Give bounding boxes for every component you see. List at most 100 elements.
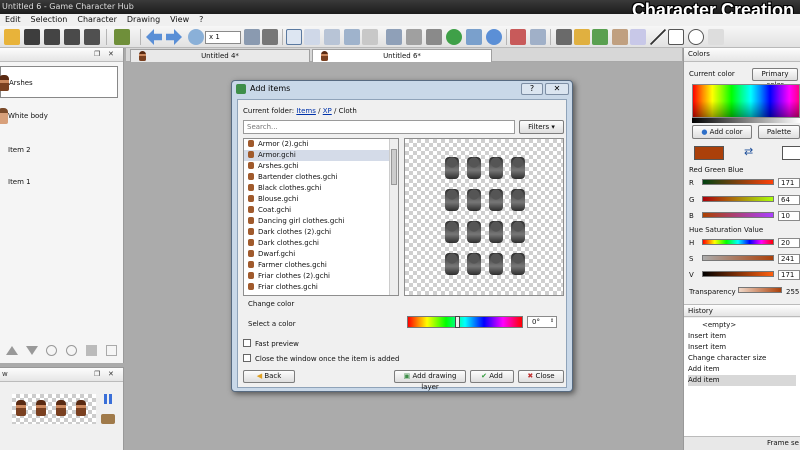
file-list-item[interactable]: Dancing girl clothes.gchi — [244, 216, 398, 227]
saturation-slider[interactable] — [702, 255, 774, 261]
properties-icon[interactable] — [106, 345, 117, 356]
red-value[interactable]: 171 — [778, 178, 800, 188]
file-list-item[interactable]: Friar clothes.gchi — [244, 282, 398, 293]
history-item[interactable]: Insert item — [688, 331, 796, 342]
file-list-item[interactable]: Farmer clothes.gchi — [244, 260, 398, 271]
file-list-item[interactable]: Friar clothes (2).gchi — [244, 271, 398, 282]
tab-untitled-6[interactable]: Untitled 6* — [312, 49, 492, 62]
transparency-value[interactable]: 255 — [786, 288, 799, 296]
file-list-item[interactable]: Blouse.gchi — [244, 194, 398, 205]
remove-icon[interactable] — [46, 345, 57, 356]
text-tool-icon[interactable] — [708, 29, 724, 45]
close-x-button[interactable]: ✕ — [545, 83, 569, 95]
select-area-icon[interactable] — [344, 29, 360, 45]
close-window-checkbox[interactable]: Close the window once the item is added — [243, 354, 399, 363]
add-color-button[interactable]: ● Add color — [692, 125, 752, 139]
close-button[interactable]: ✖ Close — [518, 370, 564, 383]
menu-drawing[interactable]: Drawing — [122, 14, 165, 26]
ellipse-tool-icon[interactable] — [688, 29, 704, 45]
rotate-icon[interactable] — [426, 29, 442, 45]
current-color-swatch[interactable] — [694, 146, 724, 160]
history-item[interactable]: Insert item — [688, 342, 796, 353]
back-button[interactable]: ◀ Back — [243, 370, 295, 383]
rectangle-tool-icon[interactable] — [668, 29, 684, 45]
layer-item[interactable]: Item 1 — [0, 166, 118, 198]
layer-item[interactable]: Arshes — [0, 66, 118, 98]
flip-icon[interactable] — [386, 29, 402, 45]
palette-button[interactable]: Palette — [758, 125, 800, 139]
select-tool-icon[interactable] — [304, 29, 320, 45]
file-list-item[interactable]: Black clothes.gchi — [244, 183, 398, 194]
fit-icon[interactable] — [244, 29, 260, 45]
layer-item[interactable]: White body — [0, 100, 118, 132]
scrollbar-thumb[interactable] — [391, 149, 397, 185]
grayscale-swatches[interactable] — [692, 118, 800, 123]
close-icon[interactable]: ✕ — [108, 50, 114, 58]
pencil-icon[interactable] — [574, 29, 590, 45]
secondary-color-swatch[interactable] — [782, 146, 800, 160]
swap-colors-icon[interactable]: ⇄ — [744, 145, 753, 158]
pointer-tool-icon[interactable] — [286, 29, 302, 45]
float-icon[interactable]: ❐ — [94, 370, 100, 378]
hue-slider-panel[interactable] — [702, 239, 774, 245]
file-list-item[interactable]: Dark clothes.gchi — [244, 238, 398, 249]
saturation-value[interactable]: 241 — [778, 254, 800, 264]
file-list[interactable]: Armor (2).gchi Armor.gchi Arshes.gchi Barte… — [243, 138, 399, 296]
new-character-icon[interactable] — [4, 29, 20, 45]
grid-icon[interactable] — [262, 29, 278, 45]
tab-untitled-4[interactable]: Untitled 4* — [130, 49, 310, 62]
zoom-select[interactable]: x 1 — [205, 31, 241, 44]
redo-icon[interactable] — [166, 29, 182, 45]
value-value[interactable]: 171 — [778, 270, 800, 280]
red-slider[interactable] — [702, 179, 774, 185]
help-button[interactable]: ? — [521, 83, 543, 95]
file-list-item[interactable]: Armor.gchi — [244, 150, 398, 161]
history-list[interactable]: <empty> Insert item Insert item Change c… — [684, 318, 800, 436]
eyedropper-icon[interactable] — [556, 29, 572, 45]
history-item[interactable]: Change character size — [688, 353, 796, 364]
menu-character[interactable]: Character — [72, 14, 122, 26]
green-value[interactable]: 64 — [778, 195, 800, 205]
float-icon[interactable]: ❐ — [94, 50, 100, 58]
spinner-icon[interactable]: ⇕ — [550, 318, 554, 324]
menu-help[interactable]: ? — [194, 14, 208, 26]
move-down-icon[interactable] — [26, 346, 38, 355]
undo-icon[interactable] — [146, 29, 162, 45]
add-drawing-layer-button[interactable]: ▣ Add drawing layer — [394, 370, 466, 391]
duplicate-icon[interactable] — [86, 345, 97, 356]
menu-edit[interactable]: Edit — [0, 14, 26, 26]
value-slider[interactable] — [702, 271, 774, 277]
book-icon[interactable] — [101, 414, 115, 424]
resize-icon[interactable] — [406, 29, 422, 45]
checkbox-icon[interactable] — [243, 339, 251, 347]
move-tool-icon[interactable] — [324, 29, 340, 45]
brush-icon[interactable] — [592, 29, 608, 45]
palette-grid-icon[interactable] — [510, 29, 526, 45]
tile-icon[interactable] — [530, 29, 546, 45]
blue-value[interactable]: 10 — [778, 211, 800, 221]
hue-slider[interactable] — [407, 316, 523, 328]
pause-icon[interactable] — [104, 394, 107, 404]
line-tool-icon[interactable] — [650, 29, 666, 45]
crop-icon[interactable] — [362, 29, 378, 45]
breadcrumb-xp[interactable]: XP — [323, 107, 332, 115]
color-swatch-grid[interactable] — [692, 84, 800, 118]
menu-selection[interactable]: Selection — [26, 14, 73, 26]
save-as-icon[interactable] — [64, 29, 80, 45]
zoom-icon[interactable] — [188, 29, 204, 45]
add-button[interactable]: ✔ Add — [470, 370, 514, 383]
file-list-item[interactable]: Coat.gchi — [244, 205, 398, 216]
scrollbar[interactable] — [389, 139, 398, 295]
filters-button[interactable]: Filters ▾ — [519, 120, 564, 134]
layer-item[interactable]: Item 2 — [0, 134, 118, 166]
breadcrumb-items[interactable]: Items — [296, 107, 316, 115]
export-icon[interactable] — [84, 29, 100, 45]
add-icon[interactable] — [66, 345, 77, 356]
hue-slider-thumb[interactable] — [454, 316, 460, 328]
move-up-icon[interactable] — [6, 346, 18, 355]
history-item[interactable]: <empty> — [688, 320, 796, 331]
checkbox-icon[interactable] — [243, 354, 251, 362]
open-icon[interactable] — [24, 29, 40, 45]
shift-icon[interactable] — [466, 29, 482, 45]
file-list-item[interactable]: Dwarf.gchi — [244, 249, 398, 260]
